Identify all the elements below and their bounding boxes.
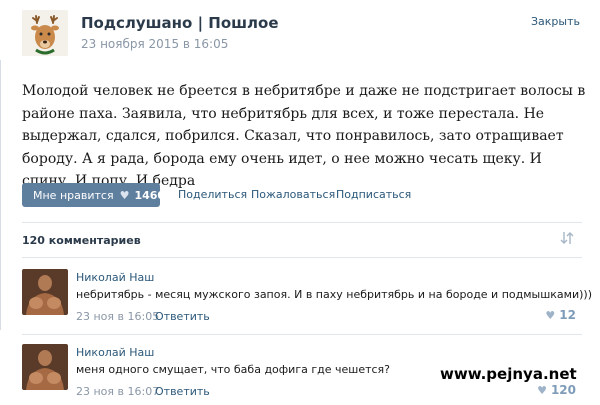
post-text: Молодой человек не бреется в небритябре … [22,83,586,189]
comment-item: Николай Наш небритябрь - месяц мужского … [0,269,600,331]
comment-date[interactable]: 23 ноя в 16:07 [76,385,159,398]
site-watermark: www.pejnya.net [440,365,577,383]
comment-like-button[interactable]: ♥ 120 [537,383,576,397]
avatar[interactable] [22,269,68,315]
comment-like-button[interactable]: ♥ 12 [545,308,576,322]
comment-author-link[interactable]: Николай Наш [76,346,154,359]
comment-author-link[interactable]: Николай Наш [76,271,154,284]
heart-icon: ♥ [537,383,547,397]
report-link[interactable]: Пожаловаться [251,188,335,201]
avatar[interactable] [22,344,68,390]
divider [22,334,582,335]
like-label: Мне нравится [33,188,114,202]
comments-count[interactable]: 120 комментариев [22,234,141,247]
reply-link[interactable]: Ответить [155,385,210,398]
heart-icon: ♥ [545,308,556,322]
like-count: 1460 [134,188,166,202]
heart-icon: ♥ [119,188,130,202]
comment-text: небритябрь - месяц мужского запоя. И в п… [76,288,592,301]
like-button[interactable]: Мне нравится ♥ 1460 [22,183,165,207]
group-avatar[interactable] [22,10,68,56]
user-photo-icon [22,344,68,390]
group-name-link[interactable]: Подслушано | Пошлое [81,14,279,32]
close-button[interactable]: Закрыть [531,15,580,28]
comment-date[interactable]: 23 ноя в 16:05 [76,310,159,323]
post-header: Подслушано | Пошлое 23 ноября 2015 в 16:… [0,0,600,70]
reply-link[interactable]: Ответить [155,310,210,323]
comment-text: меня одного смущает, что баба дофига где… [76,363,391,376]
share-link[interactable]: Поделиться [178,188,247,201]
divider [22,257,582,258]
post-actions: Мне нравится ♥ 1460 Поделиться Пожаловат… [22,183,582,207]
subscribe-link[interactable]: Подписаться [336,188,411,201]
deer-logo-icon [22,10,68,56]
comment-like-count: 120 [550,383,576,397]
divider [22,222,582,223]
sort-arrows-icon[interactable] [559,230,575,246]
post-date[interactable]: 23 ноября 2015 в 16:05 [81,37,228,51]
user-photo-icon [22,269,68,315]
comment-like-count: 12 [559,308,576,322]
